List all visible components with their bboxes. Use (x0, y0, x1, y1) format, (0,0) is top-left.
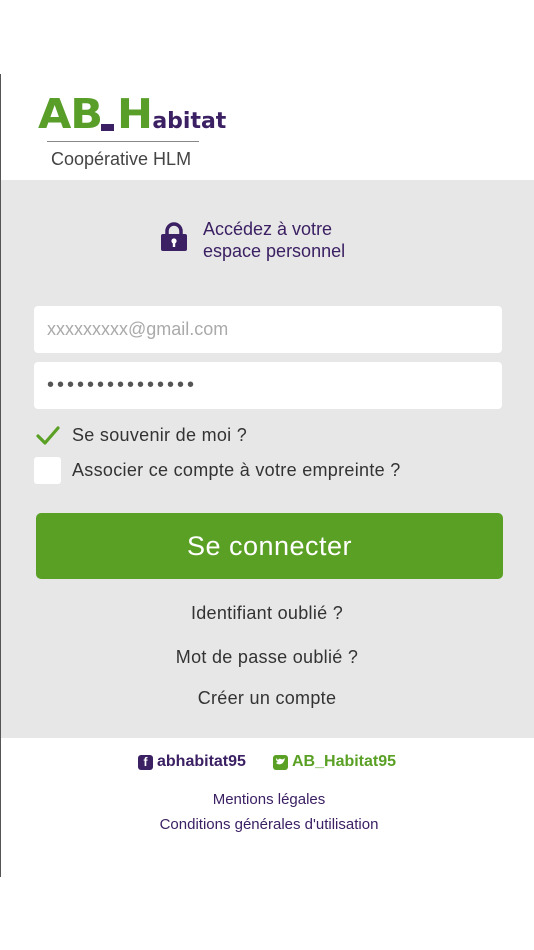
facebook-link[interactable]: f abhabitat95 (138, 753, 246, 771)
fingerprint-row[interactable]: Associer ce compte à votre empreinte ? (34, 457, 401, 484)
fingerprint-checkbox[interactable] (34, 457, 61, 484)
logo-tagline: Coopérative HLM (51, 149, 192, 169)
logo-main-text: AB (38, 90, 103, 138)
logo-divider (47, 141, 199, 142)
login-intro: Accédez à votre espace personnel (203, 218, 345, 262)
intro-line-2: espace personnel (203, 241, 346, 261)
remember-me-label: Se souvenir de moi ? (72, 425, 248, 445)
logo-dot (100, 124, 114, 131)
login-button[interactable]: Se connecter (36, 513, 503, 579)
email-field[interactable] (34, 306, 502, 353)
lock-icon (161, 222, 187, 251)
legal-notice-link[interactable]: Mentions légales (0, 791, 534, 808)
twitter-link[interactable]: AB_Habitat95 (273, 753, 396, 771)
terms-link[interactable]: Conditions générales d'utilisation (0, 816, 534, 833)
remember-me-row[interactable]: Se souvenir de moi ? (34, 422, 247, 449)
twitter-icon (273, 754, 288, 770)
intro-line-1: Accédez à votre (203, 219, 333, 239)
facebook-handle: abhabitat95 (157, 753, 246, 770)
forgot-id-link[interactable]: Identifiant oublié ? (0, 603, 534, 624)
fingerprint-label: Associer ce compte à votre empreinte ? (72, 460, 401, 480)
checkmark-icon (35, 425, 60, 445)
logo-sub-text: abitat (152, 109, 227, 134)
logo-h-letter: H (116, 90, 153, 138)
remember-me-checkbox[interactable] (34, 422, 61, 449)
twitter-handle: AB_Habitat95 (292, 753, 397, 770)
password-field[interactable] (34, 362, 502, 409)
facebook-icon: f (138, 754, 153, 770)
forgot-password-link[interactable]: Mot de passe oublié ? (0, 647, 534, 668)
logo: AB H abitat (38, 90, 227, 138)
create-account-link[interactable]: Créer un compte (0, 688, 534, 709)
